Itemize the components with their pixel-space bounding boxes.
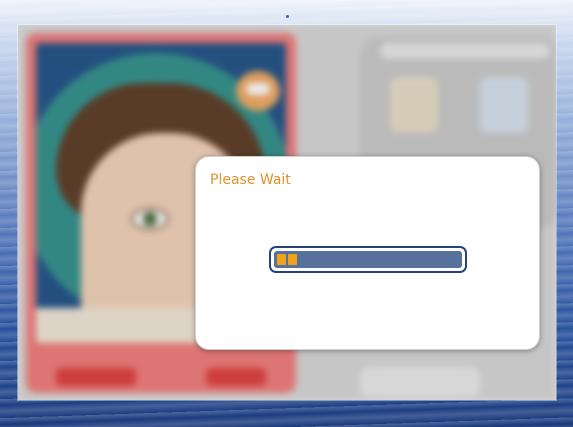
- progress-segment: [288, 254, 297, 265]
- progress-segment: [277, 254, 286, 265]
- dialog-title: Please Wait: [210, 172, 291, 188]
- indicator-dot: [286, 15, 289, 18]
- please-wait-dialog: Please Wait: [195, 156, 540, 350]
- progress-bar: [269, 246, 467, 273]
- game-screen: Please Wait: [18, 25, 556, 400]
- progress-track: [274, 251, 462, 268]
- progress-fill: [277, 254, 297, 265]
